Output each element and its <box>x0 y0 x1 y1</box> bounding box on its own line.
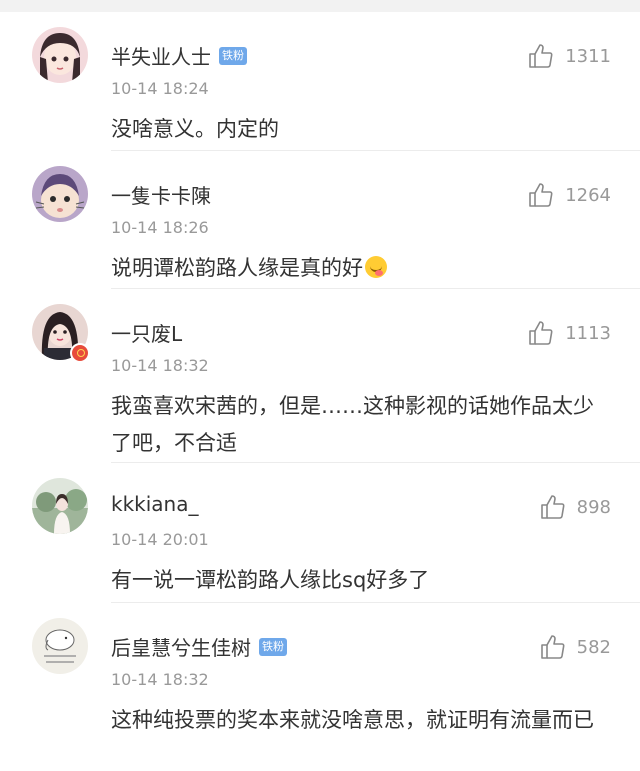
timestamp: 10-14 20:01 <box>111 530 209 549</box>
like-button[interactable]: 1311 <box>528 43 611 69</box>
like-count: 1311 <box>565 45 611 67</box>
verified-badge-icon <box>70 343 90 363</box>
comment-item: 一只废L 10-14 18:32 我蛮喜欢宋茜的，但是……这种影视的话她作品太少… <box>0 289 640 463</box>
avatar[interactable] <box>32 478 88 534</box>
username[interactable]: 半失业人士 <box>111 41 211 70</box>
timestamp: 10-14 18:24 <box>111 79 209 98</box>
username[interactable]: 一只废L <box>111 318 182 347</box>
like-button[interactable]: 582 <box>540 634 611 660</box>
fan-badge: 铁粉 <box>219 46 247 65</box>
thumbs-up-icon <box>529 183 553 207</box>
top-bar <box>0 0 640 12</box>
like-button[interactable]: 1264 <box>528 182 611 208</box>
avatar[interactable] <box>32 618 88 674</box>
comment-text: 没啥意义。内定的 <box>111 117 279 141</box>
comment-item: 一隻卡卡陳 10-14 18:26 说明谭松韵路人缘是真的好 1264 <box>0 151 640 289</box>
comment-text: 这种纯投票的奖本来就没啥意思，就证明有流量而已 <box>111 708 594 732</box>
timestamp: 10-14 18:32 <box>111 356 209 375</box>
like-button[interactable]: 898 <box>540 494 611 520</box>
like-count: 898 <box>576 496 611 518</box>
avatar[interactable] <box>32 166 88 222</box>
timestamp: 10-14 18:26 <box>111 218 209 237</box>
comment-text: 有一说一谭松韵路人缘比sq好多了 <box>111 568 430 592</box>
comment-item: 后皇慧兮生佳树 铁粉 10-14 18:32 这种纯投票的奖本来就没啥意思，就证… <box>0 603 640 771</box>
thumbs-up-icon <box>540 495 565 519</box>
timestamp: 10-14 18:32 <box>111 670 209 689</box>
like-count: 1264 <box>565 184 611 206</box>
thumbs-up-icon <box>529 321 553 345</box>
avatar[interactable] <box>32 27 88 83</box>
smirk-face-emoji <box>365 256 387 278</box>
comment-text: 说明谭松韵路人缘是真的好 <box>111 250 612 287</box>
username[interactable]: kkkiana_ <box>111 492 199 516</box>
like-count: 582 <box>576 636 611 658</box>
comment-item: kkkiana_ 10-14 20:01 有一说一谭松韵路人缘比sq好多了 89… <box>0 463 640 603</box>
username[interactable]: 一隻卡卡陳 <box>111 180 211 209</box>
fan-badge: 铁粉 <box>259 637 287 656</box>
comment-text: 我蛮喜欢宋茜的，但是……这种影视的话她作品太少了吧，不合适 <box>111 394 594 455</box>
like-button[interactable]: 1113 <box>528 320 611 346</box>
comment-item: 半失业人士 铁粉 10-14 18:24 没啥意义。内定的 1311 <box>0 12 640 151</box>
thumbs-up-icon <box>529 44 553 68</box>
thumbs-up-icon <box>540 635 565 659</box>
username[interactable]: 后皇慧兮生佳树 <box>111 632 251 661</box>
like-count: 1113 <box>565 322 611 344</box>
